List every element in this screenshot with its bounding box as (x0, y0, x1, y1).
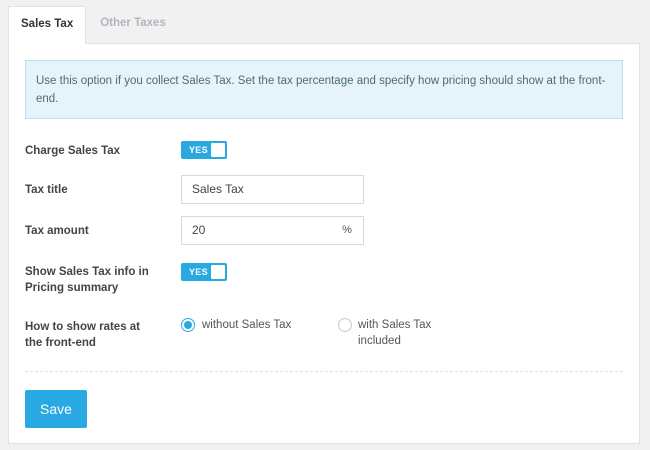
show-rates-label-line2: the front-end (25, 337, 96, 349)
show-info-label-line1: Show Sales Tax info in (25, 266, 149, 278)
tax-amount-label: Tax amount (25, 225, 89, 237)
show-rates-label-line1: How to show rates at (25, 321, 141, 333)
sales-tax-panel: Use this option if you collect Sales Tax… (8, 43, 640, 444)
tab-sales-tax[interactable]: Sales Tax (8, 6, 87, 44)
tab-other-taxes[interactable]: Other Taxes (86, 6, 178, 44)
divider (25, 371, 623, 372)
tax-amount-input[interactable]: 20 (181, 216, 332, 245)
toggle-knob (211, 265, 225, 279)
show-info-toggle[interactable]: YES (181, 263, 227, 281)
toggle-text: YES (189, 145, 208, 155)
toggle-knob (211, 143, 225, 157)
tax-title-label: Tax title (25, 184, 68, 196)
tab-other-taxes-label: Other Taxes (100, 17, 166, 29)
show-info-label: Show Sales Tax info in Pricing summary (25, 264, 149, 296)
without-sales-tax-label[interactable]: without Sales Tax (202, 317, 291, 333)
save-button[interactable]: Save (25, 390, 87, 428)
with-sales-tax-label[interactable]: with Sales Tax included (358, 317, 431, 349)
toggle-text: YES (189, 267, 208, 277)
percent-addon: % (331, 216, 364, 245)
charge-sales-tax-label: Charge Sales Tax (25, 145, 121, 157)
tax-title-input[interactable]: Sales Tax (181, 175, 364, 204)
with-sales-tax-label-line1: with Sales Tax (358, 319, 432, 331)
charge-sales-tax-toggle[interactable]: YES (181, 141, 227, 159)
radio-without-sales-tax[interactable] (181, 318, 195, 332)
tab-bar: Sales Tax Other Taxes (8, 6, 178, 44)
show-rates-label: How to show rates at the front-end (25, 319, 140, 351)
show-info-label-line2: Pricing summary (25, 282, 119, 294)
info-notice: Use this option if you collect Sales Tax… (25, 60, 623, 119)
radio-with-sales-tax[interactable] (338, 318, 352, 332)
with-sales-tax-label-line2: included (358, 335, 401, 347)
